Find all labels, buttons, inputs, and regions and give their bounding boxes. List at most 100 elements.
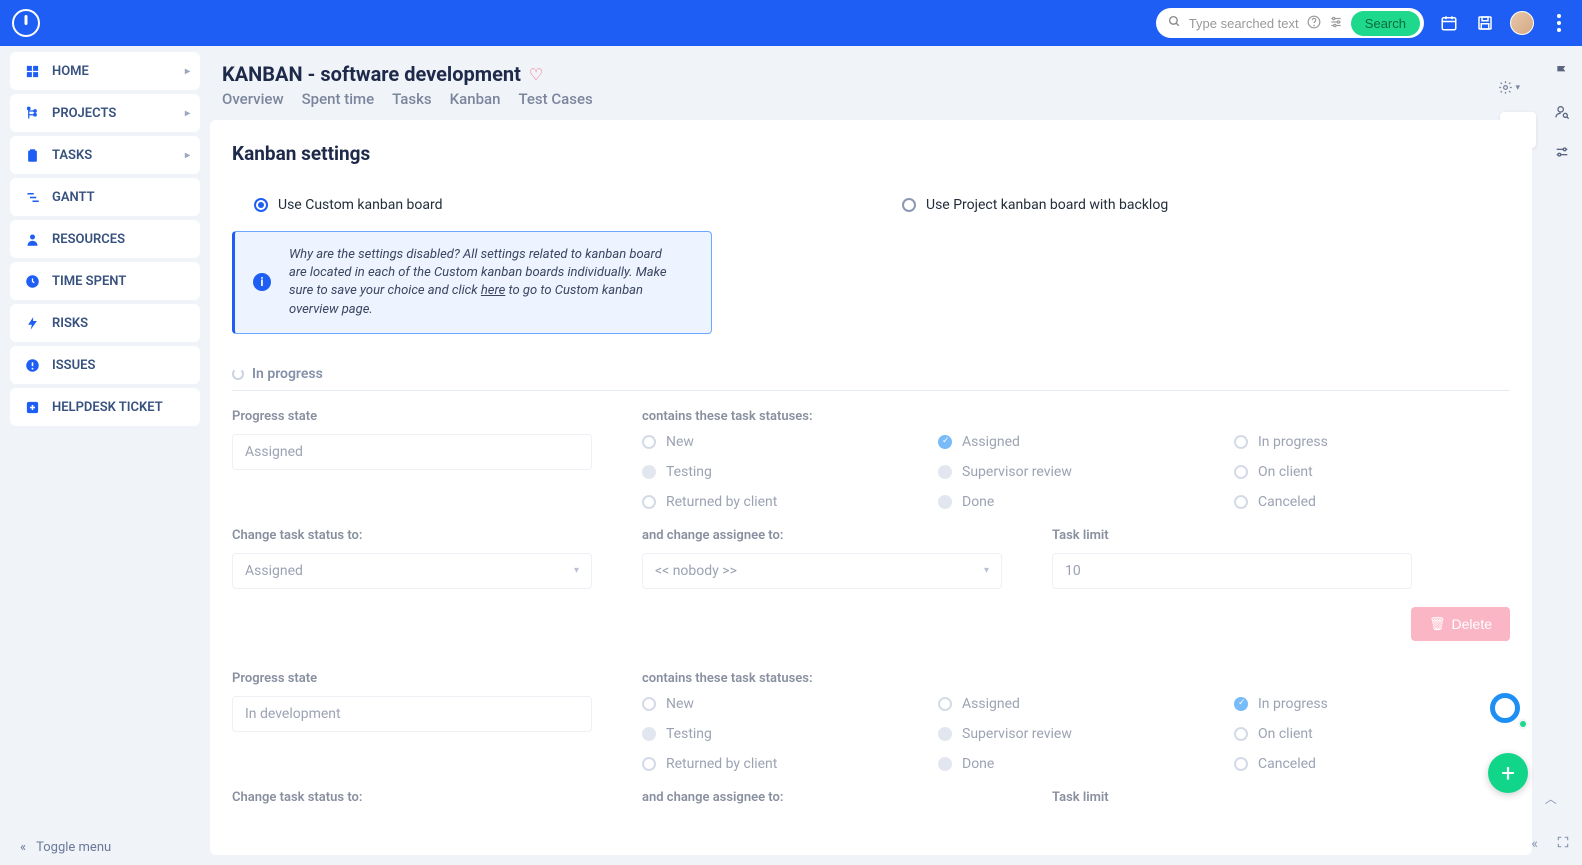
search-input[interactable] xyxy=(1189,16,1299,31)
bolt-icon xyxy=(24,315,40,331)
settings-card: Kanban settings Use Custom kanban board … xyxy=(210,120,1532,855)
caret-down-icon: ▾ xyxy=(1515,83,1520,93)
sidebar-item-projects[interactable]: PROJECTS ▸ xyxy=(10,94,200,132)
help-icon[interactable] xyxy=(1307,15,1321,32)
chk-canceled[interactable]: Canceled xyxy=(1234,756,1510,772)
chevron-right-icon: ▸ xyxy=(185,108,190,119)
trash-icon: 🗑 xyxy=(1429,616,1446,632)
change-status-select[interactable]: Assigned▾ xyxy=(232,553,592,589)
radio-custom-board[interactable]: Use Custom kanban board xyxy=(254,197,862,213)
plus-box-icon xyxy=(24,399,40,415)
chk-assigned[interactable]: Assigned xyxy=(938,434,1214,450)
sidebar-item-resources[interactable]: RESOURCES xyxy=(10,220,200,258)
grid-icon xyxy=(24,63,40,79)
sidebar-item-time-spent[interactable]: TIME SPENT xyxy=(10,262,200,300)
chk-canceled[interactable]: Canceled xyxy=(1234,494,1510,510)
change-assignee-select[interactable]: << nobody >>▾ xyxy=(642,553,1002,589)
label-progress-state: Progress state xyxy=(232,409,612,424)
sidebar-item-helpdesk[interactable]: HELPDESK TICKET xyxy=(10,388,200,426)
user-avatar[interactable] xyxy=(1510,11,1534,35)
toggle-menu-label: Toggle menu xyxy=(36,840,111,855)
sidebar-item-label: GANTT xyxy=(52,190,95,205)
info-icon: i xyxy=(253,273,271,291)
more-icon[interactable] xyxy=(1548,12,1570,34)
task-limit-input[interactable]: 10 xyxy=(1052,553,1412,589)
person-search-icon[interactable] xyxy=(1554,104,1570,124)
sidebar-item-label: RISKS xyxy=(52,316,88,331)
page-settings-dropdown[interactable]: ▾ xyxy=(1498,80,1520,95)
chevron-double-left-icon[interactable]: « xyxy=(1531,836,1538,852)
label-task-limit: Task limit xyxy=(1052,528,1432,543)
chk-in-progress[interactable]: In progress xyxy=(1234,434,1510,450)
chk-on-client[interactable]: On client xyxy=(1234,726,1510,742)
progress-state-input[interactable]: In development xyxy=(232,696,592,732)
chk-new[interactable]: New xyxy=(642,434,918,450)
chat-bubble-icon xyxy=(1490,693,1520,723)
radio-icon xyxy=(902,198,916,212)
chk-done[interactable]: Done xyxy=(938,494,1214,510)
chk-returned[interactable]: Returned by client xyxy=(642,756,918,772)
sidebar-item-label: ISSUES xyxy=(52,358,95,373)
tab-tasks[interactable]: Tasks xyxy=(392,90,432,108)
chk-new[interactable]: New xyxy=(642,696,918,712)
sliders-icon[interactable] xyxy=(1554,144,1570,164)
chk-returned[interactable]: Returned by client xyxy=(642,494,918,510)
sidebar-item-label: HELPDESK TICKET xyxy=(52,400,163,415)
sidebar-item-label: PROJECTS xyxy=(52,106,116,121)
sliders-icon[interactable] xyxy=(1329,15,1343,32)
bottom-controls: ︿ « xyxy=(1531,790,1570,853)
info-text: Why are the settings disabled? All setti… xyxy=(289,246,681,319)
tree-icon xyxy=(24,105,40,121)
chk-in-progress[interactable]: In progress xyxy=(1234,696,1510,712)
toggle-menu-button[interactable]: « Toggle menu xyxy=(20,840,111,855)
card-title: Kanban settings xyxy=(232,142,1510,165)
app-logo-icon[interactable] xyxy=(12,9,40,37)
clipboard-icon xyxy=(24,147,40,163)
sidebar-item-label: RESOURCES xyxy=(52,232,125,247)
chk-assigned[interactable]: Assigned xyxy=(938,696,1214,712)
tab-test-cases[interactable]: Test Cases xyxy=(518,90,592,108)
board-type-radio-row: Use Custom kanban board Use Project kanb… xyxy=(232,197,1510,213)
chk-done[interactable]: Done xyxy=(938,756,1214,772)
tab-overview[interactable]: Overview xyxy=(222,90,284,108)
clock-icon xyxy=(24,273,40,289)
chk-on-client[interactable]: On client xyxy=(1234,464,1510,480)
chevron-up-icon[interactable]: ︿ xyxy=(1545,790,1557,807)
disabled-settings-zone: Progress state Assigned contains these t… xyxy=(232,409,1510,815)
sidebar-item-risks[interactable]: RISKS xyxy=(10,304,200,342)
radio-project-board[interactable]: Use Project kanban board with backlog xyxy=(902,197,1510,213)
calendar-icon[interactable] xyxy=(1438,12,1460,34)
fullscreen-icon[interactable] xyxy=(1556,835,1570,853)
radio-icon xyxy=(254,198,268,212)
search-icon xyxy=(1168,15,1181,31)
sidebar-item-issues[interactable]: ISSUES xyxy=(10,346,200,384)
chk-testing[interactable]: Testing xyxy=(642,464,918,480)
sidebar-item-label: TASKS xyxy=(52,148,92,163)
plus-icon: + xyxy=(1501,759,1515,787)
chk-supervisor[interactable]: Supervisor review xyxy=(938,726,1214,742)
heart-icon[interactable]: ♡ xyxy=(529,65,543,84)
label-change-status: Change task status to: xyxy=(232,528,612,543)
spinner-icon xyxy=(232,368,244,380)
save-icon[interactable] xyxy=(1474,12,1496,34)
tab-spent-time[interactable]: Spent time xyxy=(302,90,375,108)
tab-kanban[interactable]: Kanban xyxy=(450,90,501,108)
add-fab[interactable]: + xyxy=(1488,753,1528,793)
search-button[interactable]: Search xyxy=(1351,11,1420,36)
page-title-row: KANBAN - software development ♡ xyxy=(222,62,593,86)
chk-testing[interactable]: Testing xyxy=(642,726,918,742)
delete-button[interactable]: 🗑 Delete xyxy=(1411,607,1510,641)
flag-icon[interactable] xyxy=(1554,64,1570,84)
page-title: KANBAN - software development xyxy=(222,62,521,86)
chat-fab[interactable] xyxy=(1490,693,1528,731)
sidebar-item-gantt[interactable]: GANTT xyxy=(10,178,200,216)
chk-supervisor[interactable]: Supervisor review xyxy=(938,464,1214,480)
progress-state-input[interactable]: Assigned xyxy=(232,434,592,470)
alert-icon xyxy=(24,357,40,373)
section-header[interactable]: In progress xyxy=(232,358,1510,391)
info-link[interactable]: here xyxy=(481,283,505,298)
sidebar-item-home[interactable]: HOME ▸ xyxy=(10,52,200,90)
sidebar: HOME ▸ PROJECTS ▸ TASKS ▸ GANTT RESOURCE… xyxy=(10,52,200,430)
sidebar-item-tasks[interactable]: TASKS ▸ xyxy=(10,136,200,174)
topbar-left xyxy=(12,9,40,37)
